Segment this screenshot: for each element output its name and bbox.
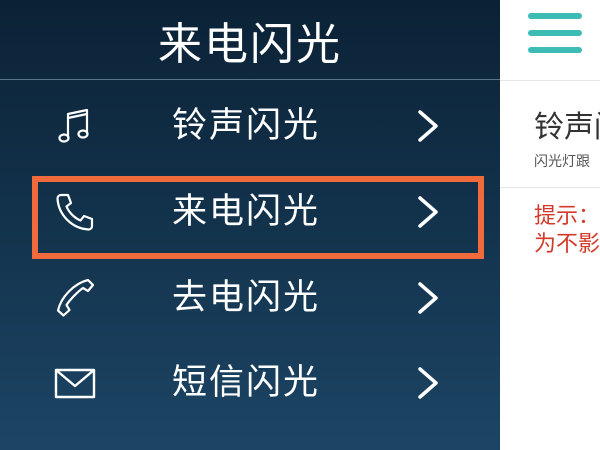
hamburger-menu-icon[interactable] (528, 13, 582, 55)
divider (500, 187, 600, 188)
chevron-right-icon (410, 108, 446, 144)
drawer-title: 来电闪光 (158, 18, 342, 70)
menu-item-ringtone-flash[interactable]: 铃声闪光 (0, 86, 500, 166)
music-note-icon (50, 101, 100, 151)
chevron-right-icon (410, 365, 446, 401)
envelope-icon (50, 358, 100, 408)
chevron-right-icon (410, 280, 446, 316)
navigation-drawer: 来电闪光 铃声闪光 来电闪光 去电闪光 短信闪光 (0, 0, 500, 450)
menu-item-label: 去电闪光 (172, 278, 321, 318)
tip-text: 为不影 (534, 232, 600, 257)
setting-title: 铃声闪 (534, 110, 600, 145)
setting-subtitle: 闪光灯跟 (534, 154, 590, 170)
menu-item-outgoing-call-flash[interactable]: 去电闪光 (0, 258, 500, 338)
menu-item-label: 铃声闪光 (172, 106, 321, 146)
menu-item-sms-flash[interactable]: 短信闪光 (0, 343, 500, 423)
menu-item-label: 短信闪光 (172, 363, 321, 403)
highlight-box (32, 176, 484, 259)
main-content: 铃声闪 闪光灯跟 提示： 为不影 (500, 0, 600, 450)
divider (500, 80, 600, 81)
outgoing-phone-icon (50, 273, 100, 323)
drawer-header: 来电闪光 (0, 0, 500, 80)
